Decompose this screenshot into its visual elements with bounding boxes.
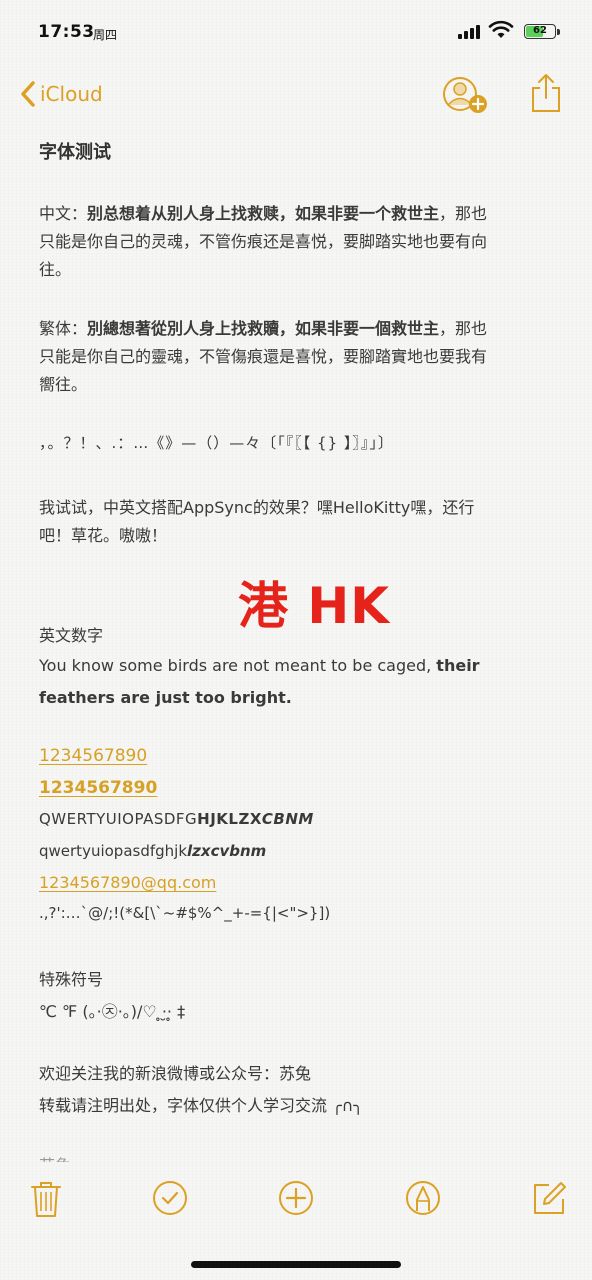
hk-badge: 港 HK [238,577,390,635]
follow-line: 欢迎关注我的新浪微博或公众号：苏兔 [39,1064,312,1083]
back-button[interactable]: iCloud [20,80,103,108]
special-heading: 特殊符号 [39,970,104,989]
email-link[interactable]: 1234567890@qq.com [39,873,216,892]
simplified-line3: 往。 [39,260,72,279]
home-indicator[interactable] [191,1261,401,1268]
bottom-toolbar [0,1170,592,1230]
status-time: 17:53 [38,22,95,42]
wifi-icon [488,20,514,38]
status-bar: 17:53 周四 62 [0,0,592,66]
battery-nub [557,29,560,35]
compose-icon[interactable] [532,1180,568,1216]
add-people-icon[interactable] [442,74,490,118]
traditional-rest: ，那也 [439,319,488,338]
english-bold-2: feathers are just too bright. [39,688,292,707]
back-label: iCloud [40,82,103,106]
traditional-bold-text: 別總想著從別人身上找救贖，如果非要一個救世主 [87,319,440,338]
upper-bold: HJKLZX [197,810,262,828]
mixed-line1: 我试试，中英文搭配AppSync的效果？嘿HelloKitty嘿，还行 [39,498,475,517]
punctuation-line: ，。？！、.：…《》—（）—々〔「『〖【 {} 】〗』」〕 [39,434,394,452]
uppercase-line: QWERTYUIOPASDFGHJKLZXCBNM [39,810,314,828]
digits-link[interactable]: 1234567890 [39,746,147,766]
english-heading: 英文数字 [39,626,104,645]
lower-plain: qwertyuiopasdfghjk [39,842,188,860]
add-icon[interactable] [278,1180,314,1216]
share-icon[interactable] [530,72,562,114]
cut-off-line: 苏兔 [39,1152,71,1162]
simplified-line2: 只能是你自己的灵魂，不管伤痕还是喜悦，要脚踏实地也要有向 [39,232,488,251]
lower-bold-italic: lzxcvbnm [187,842,267,860]
english-plain: You know some birds are not meant to be … [39,656,437,675]
traditional-line2: 只能是你自己的靈魂，不管傷痕還是喜悅，要腳踏實地也要我有 [39,347,488,366]
cellular-signal-icon [458,23,482,39]
digits-link-bold[interactable]: 1234567890 [39,778,157,798]
copyright-line: 转载请注明出处，字体仅供个人学习交流 ╭∩╮ [39,1096,364,1115]
simplified-bold-text: 别总想着从别人身上找救赎，如果非要一个救世主 [87,204,440,223]
special-symbols-line: ℃ ℉ (。·㉨·。)/♡ ̥·̮·̥ ‡ [39,1002,186,1021]
upper-plain: QWERTYUIOPASDFG [39,810,198,828]
traditional-prefix: 繁体： [39,319,88,338]
mixed-language-paragraph[interactable]: 我试试，中英文搭配AppSync的效果？嘿HelloKitty嘿，还行 吧！草花… [39,494,559,550]
chevron-left-icon [21,81,35,107]
markup-pen-icon[interactable] [405,1180,441,1216]
traditional-line3: 嚮往。 [39,375,88,394]
symbols-line: .,?':…`@/;!(*&[\`~#$%^_+-={|<">}]) [39,904,331,922]
simplified-chinese-paragraph[interactable]: 中文：别总想着从别人身上找救赎，如果非要一个救世主，那也 只能是你自己的灵魂，不… [39,200,559,284]
lowercase-line: qwertyuiopasdfghjklzxcvbnm [39,842,266,860]
simplified-rest: ，那也 [439,204,488,223]
checklist-icon[interactable] [152,1180,188,1216]
upper-bold-italic: CBNM [261,810,314,828]
english-paragraph[interactable]: You know some birds are not meant to be … [39,650,559,714]
navigation-bar: iCloud [0,66,592,126]
mixed-line2: 吧！草花。嗷嗷！ [39,526,168,545]
status-day: 周四 [93,28,118,42]
battery-percent: 62 [533,25,547,36]
trash-icon[interactable] [30,1180,62,1218]
simplified-prefix: 中文： [39,204,88,223]
english-bold-1: their [436,656,480,675]
note-title: 字体测试 [39,142,111,163]
traditional-chinese-paragraph[interactable]: 繁体：別總想著從別人身上找救贖，如果非要一個救世主，那也 只能是你自己的靈魂，不… [39,315,559,399]
battery-icon: 62 [524,24,556,39]
